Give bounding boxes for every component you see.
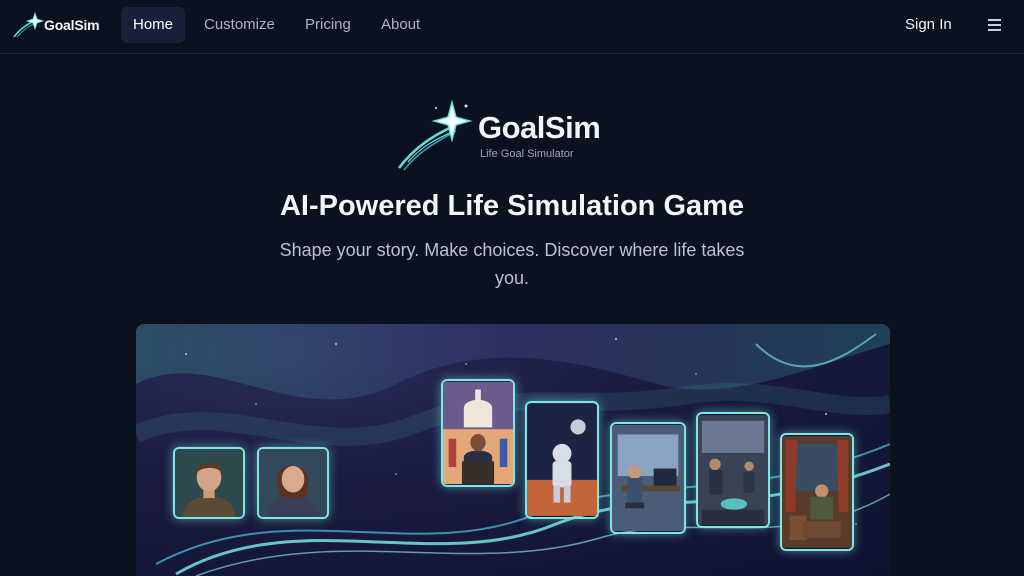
- sparkle-comet-icon: [397, 100, 473, 171]
- card-man-portrait: [173, 447, 245, 519]
- card-astronaut-mars: [525, 401, 599, 519]
- card-woman-portrait: [257, 447, 329, 519]
- hero-logo: GoalSim Life Goal Simulator: [396, 100, 632, 172]
- hamburger-icon[interactable]: [980, 14, 1008, 36]
- hero-headline: AI-Powered Life Simulation Game: [279, 190, 745, 222]
- brand-logo-link[interactable]: GoalSim: [12, 11, 108, 39]
- hero-logo-subtitle: Life Goal Simulator: [480, 148, 574, 160]
- hero-illustration: [136, 324, 890, 576]
- sign-in-button[interactable]: Sign In: [895, 7, 962, 43]
- card-office-worker: [610, 422, 686, 534]
- nav-link-customize[interactable]: Customize: [192, 7, 287, 43]
- nav-link-home[interactable]: Home: [121, 7, 186, 43]
- card-business-meeting: [696, 412, 770, 528]
- sparkle-comet-icon: [13, 11, 44, 38]
- nav-link-about[interactable]: About: [369, 7, 432, 43]
- hero-subheadline: Shape your story. Make choices. Discover…: [279, 240, 745, 288]
- brand-name: GoalSim: [44, 17, 100, 33]
- nav-link-pricing[interactable]: Pricing: [293, 7, 363, 43]
- card-reader-cozy-room: [780, 433, 854, 551]
- card-politician-podium: [441, 379, 515, 487]
- top-navbar: GoalSim Home Customize Pricing About Sig…: [0, 0, 1024, 54]
- hero-logo-title: GoalSim: [478, 110, 601, 145]
